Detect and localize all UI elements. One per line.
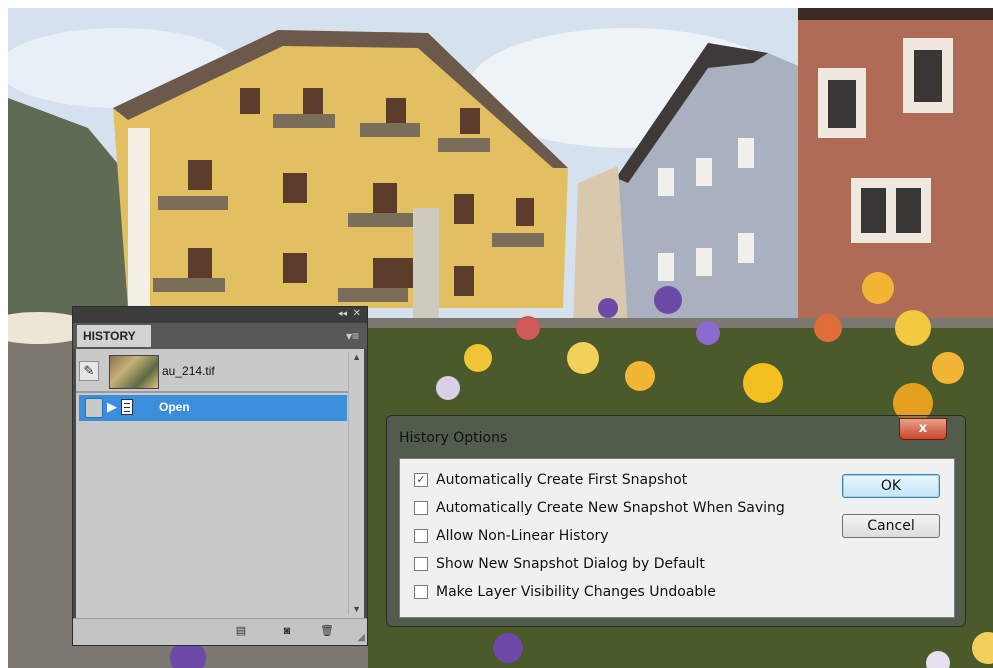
history-list: ✎ au_214.tif ▶ Open ▲ ▼ [76, 349, 364, 619]
document-icon [121, 399, 133, 415]
new-document-from-state-icon[interactable]: ▤ [233, 625, 249, 638]
state-label: Open [159, 400, 190, 414]
dialog-title: History Options [399, 430, 508, 446]
dialog-body: ✓ Automatically Create First Snapshot Au… [399, 458, 955, 618]
option-label: Automatically Create New Snapshot When S… [436, 500, 785, 516]
panel-tab-bar: HISTORY ▾≡ [73, 323, 367, 349]
scroll-down-icon[interactable]: ▼ [352, 604, 361, 614]
history-panel: ◂◂ ✕ HISTORY ▾≡ ✎ au_214.tif ▶ Open ▲ ▼ … [72, 306, 368, 646]
close-panel-icon[interactable]: ✕ [353, 308, 361, 319]
camera-icon[interactable]: ◙ [279, 625, 295, 638]
option-label: Make Layer Visibility Changes Undoable [436, 584, 716, 600]
checkbox[interactable] [414, 585, 428, 599]
snapshot-name: au_214.tif [162, 364, 215, 378]
trash-icon[interactable]: 🗑 [319, 625, 335, 638]
state-pointer-icon: ▶ [107, 399, 117, 414]
history-state-open[interactable]: ▶ Open [79, 395, 347, 421]
checkbox[interactable] [414, 529, 428, 543]
cancel-button[interactable]: Cancel [842, 514, 940, 538]
checkbox[interactable] [414, 557, 428, 571]
ok-button[interactable]: OK [842, 474, 940, 498]
close-icon[interactable]: x [899, 418, 947, 440]
panel-menu-icon[interactable]: ▾≡ [346, 329, 359, 343]
snapshot-item[interactable]: ✎ au_214.tif [76, 352, 346, 390]
snapshot-thumbnail [109, 355, 159, 389]
collapse-panel-icon[interactable]: ◂◂ [338, 309, 347, 319]
history-brush-icon[interactable]: ✎ [79, 361, 99, 381]
checkbox[interactable] [414, 501, 428, 515]
panel-footer: ▤ ◙ 🗑 ◢ [73, 618, 367, 645]
scroll-up-icon[interactable]: ▲ [352, 352, 361, 362]
resize-grip-icon[interactable]: ◢ [357, 632, 365, 643]
scrollbar[interactable]: ▲ ▼ [348, 352, 363, 614]
checkbox-checked[interactable]: ✓ [414, 473, 428, 487]
snapshot-divider [76, 391, 348, 393]
option-label: Allow Non-Linear History [436, 528, 609, 544]
state-source-slot[interactable] [85, 398, 103, 418]
option-label: Show New Snapshot Dialog by Default [436, 556, 705, 572]
option-label: Automatically Create First Snapshot [436, 472, 688, 488]
panel-titlebar[interactable]: ◂◂ ✕ [73, 307, 367, 323]
history-options-dialog: History Options x ✓ Automatically Create… [386, 415, 966, 627]
tab-history[interactable]: HISTORY [77, 325, 151, 347]
